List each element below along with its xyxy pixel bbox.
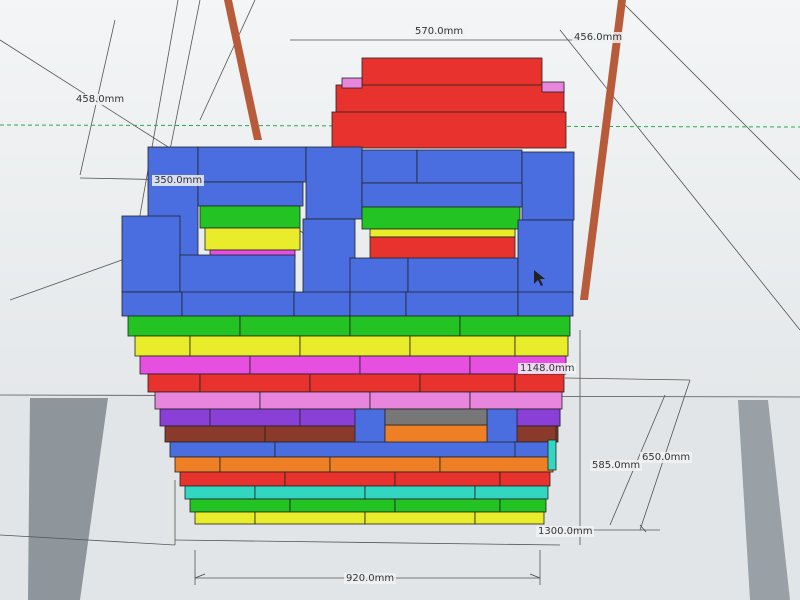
brick <box>127 315 241 337</box>
brick <box>547 439 557 471</box>
brick <box>369 236 516 260</box>
brick <box>147 373 201 393</box>
blue-block <box>361 182 523 208</box>
brick <box>209 408 301 427</box>
brick <box>284 471 396 487</box>
brick <box>439 456 554 473</box>
brick <box>409 335 516 357</box>
dim-inner-left: 350.0mm <box>152 175 205 186</box>
brick <box>499 471 551 487</box>
brick <box>254 485 366 500</box>
dim-top-width: 570.0mm <box>413 26 466 37</box>
viewport-canvas[interactable] <box>0 0 800 600</box>
blue-block <box>361 149 418 184</box>
brick <box>164 425 266 443</box>
brick <box>309 373 421 393</box>
blue-block <box>181 291 295 317</box>
brick <box>459 315 571 337</box>
pillar-right <box>580 0 626 300</box>
blue-block <box>517 219 574 295</box>
brick <box>359 355 471 375</box>
blue-block <box>121 215 181 293</box>
brick <box>514 373 565 393</box>
blue-block <box>179 254 296 294</box>
dim-height-650: 650.0mm <box>640 452 693 463</box>
blue-block <box>121 291 183 317</box>
brick <box>204 227 301 251</box>
dim-height-585: 585.0mm <box>590 460 643 471</box>
brick <box>394 498 501 513</box>
back-top-block <box>331 57 567 149</box>
brick <box>259 391 371 410</box>
blue-block <box>405 291 519 317</box>
brick <box>349 315 461 337</box>
blue-block <box>416 149 523 184</box>
brick <box>169 441 276 458</box>
brick <box>474 485 549 500</box>
blue-block <box>521 151 575 221</box>
brick <box>254 511 366 525</box>
blue-block <box>197 181 304 207</box>
brick <box>499 498 547 513</box>
brick <box>239 315 351 337</box>
brick <box>329 456 441 473</box>
blue-block <box>349 257 409 295</box>
brick <box>384 408 488 426</box>
brick <box>469 391 563 410</box>
dim-side-mid: 1148.0mm <box>518 363 577 374</box>
brick <box>199 205 301 229</box>
brick <box>154 391 261 410</box>
brick <box>274 441 556 458</box>
blue-block <box>305 146 363 220</box>
blue-block <box>197 146 307 183</box>
brick-structure[interactable] <box>121 146 575 525</box>
brick <box>179 471 286 487</box>
dim-bottom-width: 920.0mm <box>344 573 397 584</box>
brick <box>419 373 516 393</box>
brick <box>369 228 516 238</box>
blue-block <box>302 218 356 294</box>
brick <box>189 335 301 357</box>
brick <box>361 206 521 230</box>
brick <box>184 485 256 500</box>
brick <box>364 511 476 525</box>
blue-block <box>517 291 574 317</box>
brick <box>369 391 471 410</box>
brick <box>189 498 291 513</box>
brick <box>134 335 191 357</box>
brick <box>364 485 476 500</box>
brick <box>474 511 545 525</box>
brick <box>159 408 211 427</box>
brick <box>514 335 569 357</box>
brick <box>199 373 311 393</box>
brick <box>515 408 561 427</box>
brick <box>194 511 256 525</box>
blue-block <box>293 291 351 317</box>
brick <box>394 471 501 487</box>
brick <box>174 456 221 473</box>
dim-top-right: 456.0mm <box>572 32 625 43</box>
brick <box>139 355 251 375</box>
blue-block <box>349 291 407 317</box>
blue-block <box>407 257 519 295</box>
brick <box>289 498 396 513</box>
brick <box>219 456 331 473</box>
brick <box>249 355 361 375</box>
dim-depth-1300: 1300.0mm <box>536 526 595 537</box>
modeling-viewport[interactable]: 570.0mm 456.0mm 458.0mm 350.0mm 1148.0mm… <box>0 0 800 600</box>
pillar-left <box>224 0 262 140</box>
brick <box>299 335 411 357</box>
dim-left-height: 458.0mm <box>74 94 127 105</box>
